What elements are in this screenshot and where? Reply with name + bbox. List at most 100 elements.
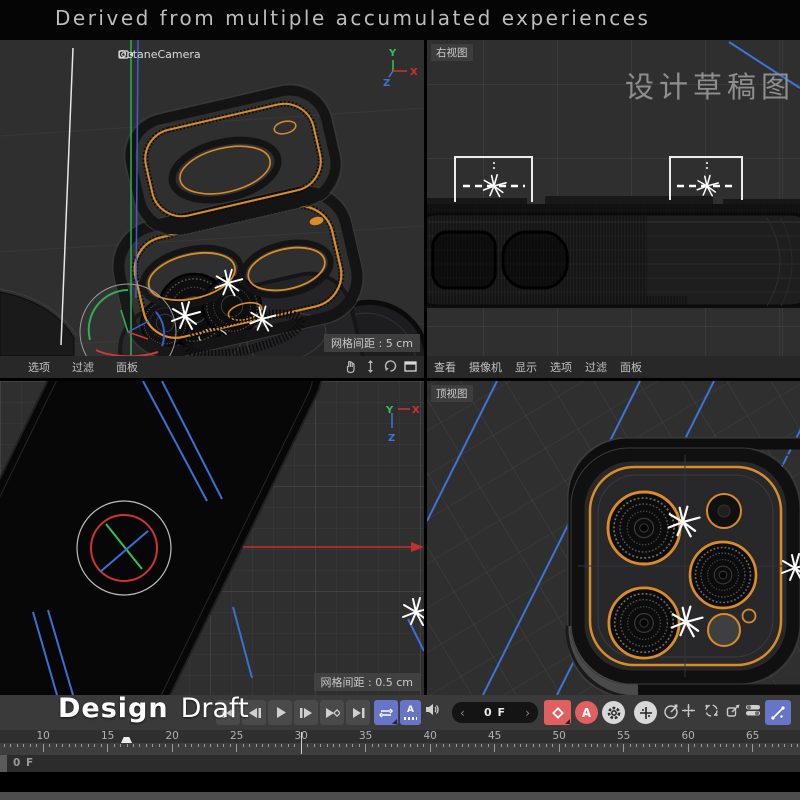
menu-view[interactable]: 查看 [434, 359, 456, 375]
current-frame-field[interactable]: ‹ 0 F › [452, 702, 538, 723]
loop-playback-button[interactable] [374, 700, 398, 725]
ruler-tick [210, 744, 211, 747]
axis-z-label: Z [388, 433, 395, 444]
viewport-top-canvas[interactable]: 顶视图 [427, 381, 800, 695]
next-key-button[interactable] [320, 700, 344, 725]
ruler-tick [114, 744, 115, 747]
viewport-back-canvas[interactable]: Y X Z 网格间距 : 0.5 cm [0, 381, 424, 695]
viewport-perspective[interactable]: Y X Z OctaneCamera 网格间距 : 5 cm 选项 过滤 面板 [0, 40, 424, 378]
ruler-tick [314, 744, 315, 747]
grid-spacing-info: 网格间距 : 0.5 cm [314, 673, 420, 691]
goto-end-button[interactable] [346, 700, 370, 725]
ruler-tick [4, 744, 5, 747]
record-keyframe-button[interactable] [544, 700, 571, 725]
goto-end-icon [351, 706, 366, 720]
dolly-icon[interactable] [363, 359, 378, 374]
ruler-tick [423, 744, 424, 747]
ruler-tick [475, 744, 476, 747]
axis-z-label: Z [383, 78, 390, 89]
toggles-icon [744, 702, 762, 718]
ruler-tick [494, 744, 495, 752]
loop-icon [378, 706, 394, 720]
viewport-top[interactable]: 顶视图 [427, 381, 800, 695]
rotation-icon [703, 702, 720, 719]
ruler-tick [520, 744, 521, 747]
ruler-tick [591, 744, 592, 747]
timeline-range-bar[interactable]: 0 F [0, 755, 800, 772]
autokey-button[interactable]: A [575, 701, 598, 724]
viewport-right-canvas[interactable]: 右视图 设计草稿图 [427, 40, 800, 356]
parameter-toggles-button[interactable] [743, 702, 763, 718]
ruler-tick [784, 744, 785, 747]
menu-display[interactable]: 显示 [515, 359, 537, 375]
ruler-tick [320, 744, 321, 747]
ruler-tick [443, 744, 444, 747]
ruler-tick [223, 744, 224, 747]
viewport-right[interactable]: 右视图 设计草稿图 查看 摄像机 显示 选项 过滤 面板 [427, 40, 800, 378]
ruler-tick [178, 744, 179, 747]
viewport-top-label[interactable]: 顶视图 [431, 385, 473, 402]
ruler-tick [288, 744, 289, 747]
ruler-tick [572, 744, 573, 747]
snap-button[interactable] [765, 700, 791, 725]
ruler-number: 60 [682, 730, 695, 742]
record-objects-button[interactable] [634, 701, 657, 724]
record-rotation-button[interactable] [701, 702, 721, 719]
ruler-ticks[interactable] [0, 743, 800, 755]
ruler-tick [617, 744, 618, 747]
ruler-tick [559, 744, 560, 752]
viewport-back[interactable]: Y X Z 网格间距 : 0.5 cm [0, 381, 424, 695]
ruler-tick [81, 744, 82, 747]
viewport-perspective-canvas[interactable]: Y X Z OctaneCamera 网格间距 : 5 cm [0, 40, 424, 356]
ruler-number: 15 [101, 730, 114, 742]
ruler-tick [23, 744, 24, 747]
ruler-tick [694, 744, 695, 747]
ruler-tick [236, 744, 237, 752]
ruler-tick [159, 744, 160, 747]
pan-hand-icon[interactable] [343, 359, 358, 374]
menu-filter[interactable]: 过滤 [585, 359, 607, 375]
ruler-tick [623, 744, 624, 752]
ruler-tick [69, 744, 70, 747]
menu-panel[interactable]: 面板 [620, 359, 642, 375]
ruler-tick [339, 744, 340, 747]
sound-button[interactable] [423, 702, 441, 717]
ruler-tick [655, 744, 656, 747]
ruler-tick [10, 744, 11, 747]
axis-x-label: X [412, 405, 420, 416]
ruler-tick [139, 744, 140, 747]
ruler-tick [385, 744, 386, 747]
menu-cameras[interactable]: 摄像机 [469, 359, 502, 375]
frame-prev-arrow[interactable]: ‹ [460, 707, 465, 719]
next-frame-button[interactable] [294, 700, 318, 725]
ruler-tick [636, 744, 637, 747]
menu-panel[interactable]: 面板 [116, 359, 138, 375]
page-title: Derived from multiple accumulated experi… [55, 6, 650, 30]
ruler-tick [107, 744, 108, 752]
axis-circle-gizmo[interactable] [77, 501, 171, 595]
keyframe-settings-button[interactable] [602, 701, 625, 724]
overlay-a-button[interactable]: A [400, 700, 421, 725]
rotate-view-icon[interactable] [383, 359, 398, 374]
record-scale-button[interactable] [723, 702, 743, 719]
ruler-tick [243, 744, 244, 747]
viewport-right-label[interactable]: 右视图 [431, 44, 473, 61]
exploded-model-wireframe: Y X Z [0, 40, 424, 356]
menu-filter[interactable]: 过滤 [72, 359, 94, 375]
overlay-a-icon: A [404, 706, 417, 720]
ruler-tick [630, 744, 631, 747]
maximize-view-icon[interactable] [403, 359, 418, 374]
ruler-tick [62, 744, 63, 747]
autokey-icon: A [582, 706, 591, 720]
goto-start-button[interactable] [216, 700, 240, 725]
previous-frame-button[interactable] [242, 700, 266, 725]
play-button[interactable] [268, 700, 292, 725]
frame-next-arrow[interactable]: › [525, 707, 530, 719]
ruler-tick [230, 744, 231, 747]
timeline-ruler[interactable]: 101520253035404550556065 [0, 730, 800, 755]
menu-options[interactable]: 选项 [28, 359, 50, 375]
camera-label[interactable]: OctaneCamera [118, 48, 201, 61]
record-position-button[interactable] [678, 702, 698, 719]
menu-options[interactable]: 选项 [550, 359, 572, 375]
range-start-handle[interactable] [0, 755, 7, 772]
